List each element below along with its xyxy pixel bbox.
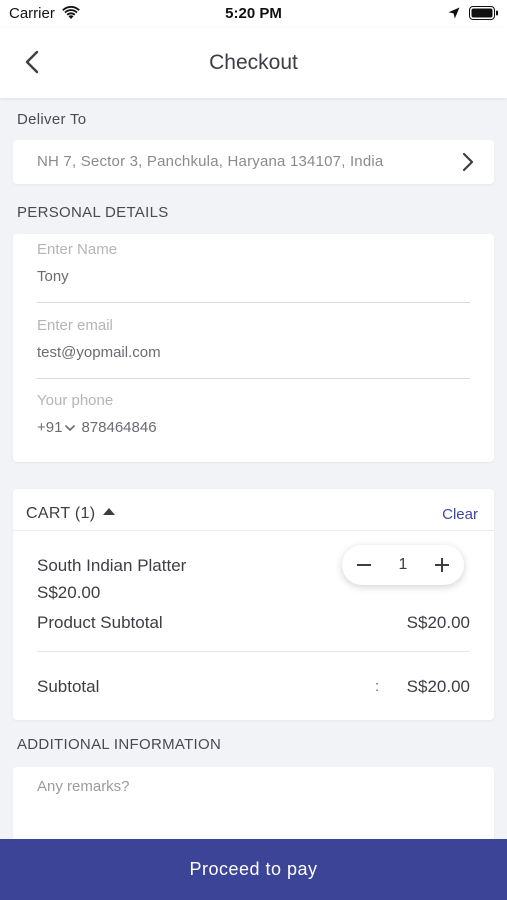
plus-icon[interactable]: [433, 554, 451, 576]
cart-label: CART (1): [26, 505, 96, 522]
nav-bar: Checkout: [0, 28, 507, 98]
phone-field[interactable]: Your phone +91 878464846: [37, 392, 470, 442]
deliver-to-label: Deliver To: [17, 111, 87, 128]
country-code: +91: [37, 419, 63, 436]
subtotal-colon: :: [375, 678, 380, 695]
status-bar: Carrier 5:20 PM: [0, 0, 507, 28]
quantity-stepper: 1: [342, 545, 464, 585]
delivery-address: NH 7, Sector 3, Panchkula, Haryana 13410…: [37, 153, 384, 170]
additional-info-label: ADDITIONAL INFORMATION: [17, 736, 222, 753]
cart-item-name: South Indian Platter: [37, 556, 187, 575]
phone-placeholder: Your phone: [37, 392, 114, 409]
name-placeholder: Enter Name: [37, 241, 118, 258]
product-subtotal-value: S$20.00: [406, 613, 470, 632]
proceed-to-pay-button[interactable]: Proceed to pay: [0, 839, 507, 900]
cart-header: CART (1) Clear: [13, 489, 494, 531]
chevron-down-icon: [65, 424, 76, 431]
remarks-placeholder: Any remarks?: [37, 778, 130, 795]
cart-item-price: S$20.00: [37, 583, 101, 602]
location-arrow-icon: [448, 7, 460, 19]
remarks-field[interactable]: Any remarks?: [13, 767, 494, 847]
caret-up-icon: [103, 508, 116, 515]
personal-details-label: PERSONAL DETAILS: [17, 204, 169, 221]
subtotal-value: S$20.00: [406, 677, 470, 696]
email-field[interactable]: Enter email test@yopmail.com: [37, 317, 470, 379]
email-underline: [37, 378, 470, 379]
name-field[interactable]: Enter Name Tony: [37, 241, 470, 303]
name-underline: [37, 302, 470, 303]
battery-icon: [469, 6, 498, 20]
phone-value: 878464846: [81, 419, 157, 436]
cart-card: CART (1) Clear South Indian Platter S$20…: [13, 489, 494, 720]
email-placeholder: Enter email: [37, 317, 113, 334]
cart-toggle[interactable]: CART (1): [26, 505, 116, 523]
name-value: Tony: [37, 268, 69, 285]
product-subtotal-label: Product Subtotal: [37, 613, 163, 632]
clear-cart-button[interactable]: Clear: [442, 506, 478, 523]
personal-details-card: Enter Name Tony Enter email test@yopmail…: [13, 234, 494, 462]
delivery-address-card[interactable]: NH 7, Sector 3, Panchkula, Haryana 13410…: [13, 140, 494, 184]
phone-row: +91 878464846: [37, 419, 470, 436]
email-value: test@yopmail.com: [37, 344, 161, 361]
chevron-right-icon: [462, 152, 474, 172]
cart-divider: [37, 651, 470, 652]
page-title: Checkout: [209, 51, 298, 74]
status-time: 5:20 PM: [225, 5, 282, 22]
country-code-select[interactable]: +91: [37, 419, 76, 436]
subtotal-label: Subtotal: [37, 677, 100, 696]
